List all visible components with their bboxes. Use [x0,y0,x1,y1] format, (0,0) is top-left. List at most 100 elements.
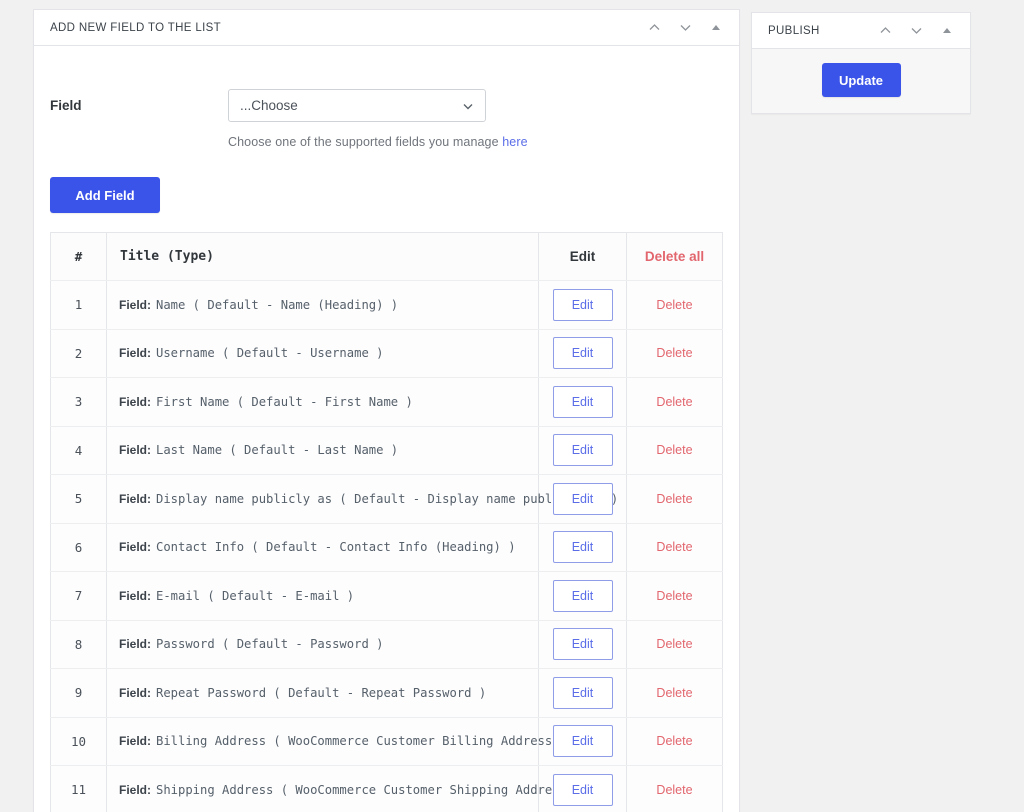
row-number: 1 [50,280,107,330]
field-selector-row: Field ...Choose Choose one of the suppor… [50,46,723,149]
field-help-label: Choose one of the supported fields you m… [228,135,499,149]
edit-button[interactable]: Edit [552,676,613,709]
field-select[interactable]: ...Choose [228,89,486,122]
row-delete-cell: Delete [626,668,723,718]
row-field-label: Field: [119,637,151,652]
header-cell-number: # [50,232,107,281]
fields-table: # Title (Type) Edit Delete all 1 Field: N [50,232,723,812]
delete-button[interactable]: Delete [656,637,692,651]
row-edit-cell: Edit [538,523,627,572]
table-row: 11 Field: Shipping Address ( WooCommerce C… [50,765,723,812]
chevron-down-icon [461,99,475,113]
edit-button[interactable]: Edit [552,773,613,806]
chevron-down-icon[interactable] [674,17,696,39]
toggle-triangle-icon[interactable] [705,17,727,39]
delete-button[interactable]: Delete [656,492,692,506]
row-edit-cell: Edit [538,329,627,378]
table-row: 3 Field: First Name ( Default - First Name… [50,377,723,427]
publish-panel-body: Update [752,49,970,113]
row-number: 11 [50,765,107,812]
edit-button[interactable]: Edit [552,337,613,370]
header-cell-delete-all: Delete all [626,232,723,281]
row-title-cell: Field: Shipping Address ( WooCommerce Cus… [106,765,582,812]
add-new-field-panel: ADD NEW FIELD TO THE LIST Field ...Choos [33,9,740,812]
edit-button[interactable]: Edit [552,579,613,612]
row-number: 4 [50,426,107,475]
chevron-up-icon[interactable] [874,20,896,42]
row-number: 10 [50,717,107,766]
edit-button[interactable]: Edit [552,482,613,515]
row-edit-cell: Edit [538,620,627,669]
field-control: ...Choose Choose one of the supported fi… [228,89,723,149]
delete-button[interactable]: Delete [656,298,692,312]
delete-all-button[interactable]: Delete all [645,249,704,264]
update-button[interactable]: Update [821,63,901,97]
edit-button[interactable]: Edit [552,628,613,661]
fields-table-body: 1 Field: Name ( Default - Name (Heading) )… [50,280,723,812]
edit-button[interactable]: Edit [552,531,613,564]
panel-handle-actions [643,17,727,39]
table-row: 9 Field: Repeat Password ( Default - Repea… [50,668,723,718]
edit-button[interactable]: Edit [552,288,613,321]
row-delete-cell: Delete [626,620,723,669]
row-field-value: Name ( Default - Name (Heading) ) [156,297,399,312]
row-title-cell: Field: Last Name ( Default - Last Name ) [106,426,539,475]
publish-panel-header: PUBLISH [752,13,970,49]
table-row: 1 Field: Name ( Default - Name (Heading) )… [50,280,723,330]
delete-button[interactable]: Delete [656,589,692,603]
row-field-label: Field: [119,346,151,361]
row-field-value: Display name publicly as ( Default - Dis… [156,491,619,506]
row-number: 3 [50,377,107,427]
row-field-label: Field: [119,540,151,555]
edit-button[interactable]: Edit [552,385,613,418]
add-new-field-panel-body: Field ...Choose Choose one of the suppor… [34,46,739,812]
row-number: 9 [50,668,107,718]
row-field-value: Last Name ( Default - Last Name ) [156,443,399,458]
add-new-field-panel-title: ADD NEW FIELD TO THE LIST [50,21,222,34]
table-row: 7 Field: E-mail ( Default - E-mail ) Edit De… [50,571,723,621]
field-select-value: ...Choose [240,98,298,113]
row-title-cell: Field: First Name ( Default - First Name … [106,377,539,427]
delete-button[interactable]: Delete [656,783,692,797]
row-edit-cell: Edit [538,426,627,475]
table-row: 5 Field: Display name publicly as ( Defaul… [50,474,723,524]
row-field-label: Field: [119,394,151,409]
delete-button[interactable]: Delete [656,395,692,409]
header-cell-title: Title (Type) [106,232,539,281]
row-number: 2 [50,329,107,378]
row-delete-cell: Delete [626,523,723,572]
table-row: 8 Field: Password ( Default - Password ) Ed… [50,620,723,669]
publish-panel: PUBLISH Update [751,12,971,114]
page-root: ADD NEW FIELD TO THE LIST Field ...Choos [0,0,1024,812]
row-delete-cell: Delete [626,426,723,475]
row-edit-cell: Edit [538,280,627,330]
add-field-button[interactable]: Add Field [50,177,160,213]
delete-button[interactable]: Delete [656,346,692,360]
row-field-value: Shipping Address ( WooCommerce Customer … [156,782,582,797]
edit-button[interactable]: Edit [552,434,613,467]
row-field-label: Field: [119,685,151,700]
row-delete-cell: Delete [626,765,723,812]
row-title-cell: Field: Password ( Default - Password ) [106,620,539,669]
row-edit-cell: Edit [538,377,627,427]
field-label: Field [50,98,82,113]
delete-button[interactable]: Delete [656,686,692,700]
row-edit-cell: Edit [538,668,627,718]
edit-button[interactable]: Edit [552,725,613,758]
add-new-field-panel-header: ADD NEW FIELD TO THE LIST [34,10,739,46]
row-field-value: First Name ( Default - First Name ) [156,394,413,409]
chevron-down-icon[interactable] [905,20,927,42]
header-cell-edit: Edit [538,232,627,281]
manage-fields-link[interactable]: here [502,135,527,149]
delete-button[interactable]: Delete [656,540,692,554]
delete-button[interactable]: Delete [656,734,692,748]
chevron-up-icon[interactable] [643,17,665,39]
toggle-triangle-icon[interactable] [936,20,958,42]
row-field-label: Field: [119,491,151,506]
table-row: 4 Field: Last Name ( Default - Last Name )… [50,426,723,475]
row-delete-cell: Delete [626,280,723,330]
delete-button[interactable]: Delete [656,443,692,457]
header-title-label: Title (Type) [120,249,214,264]
row-edit-cell: Edit [538,571,627,621]
row-number: 7 [50,571,107,621]
